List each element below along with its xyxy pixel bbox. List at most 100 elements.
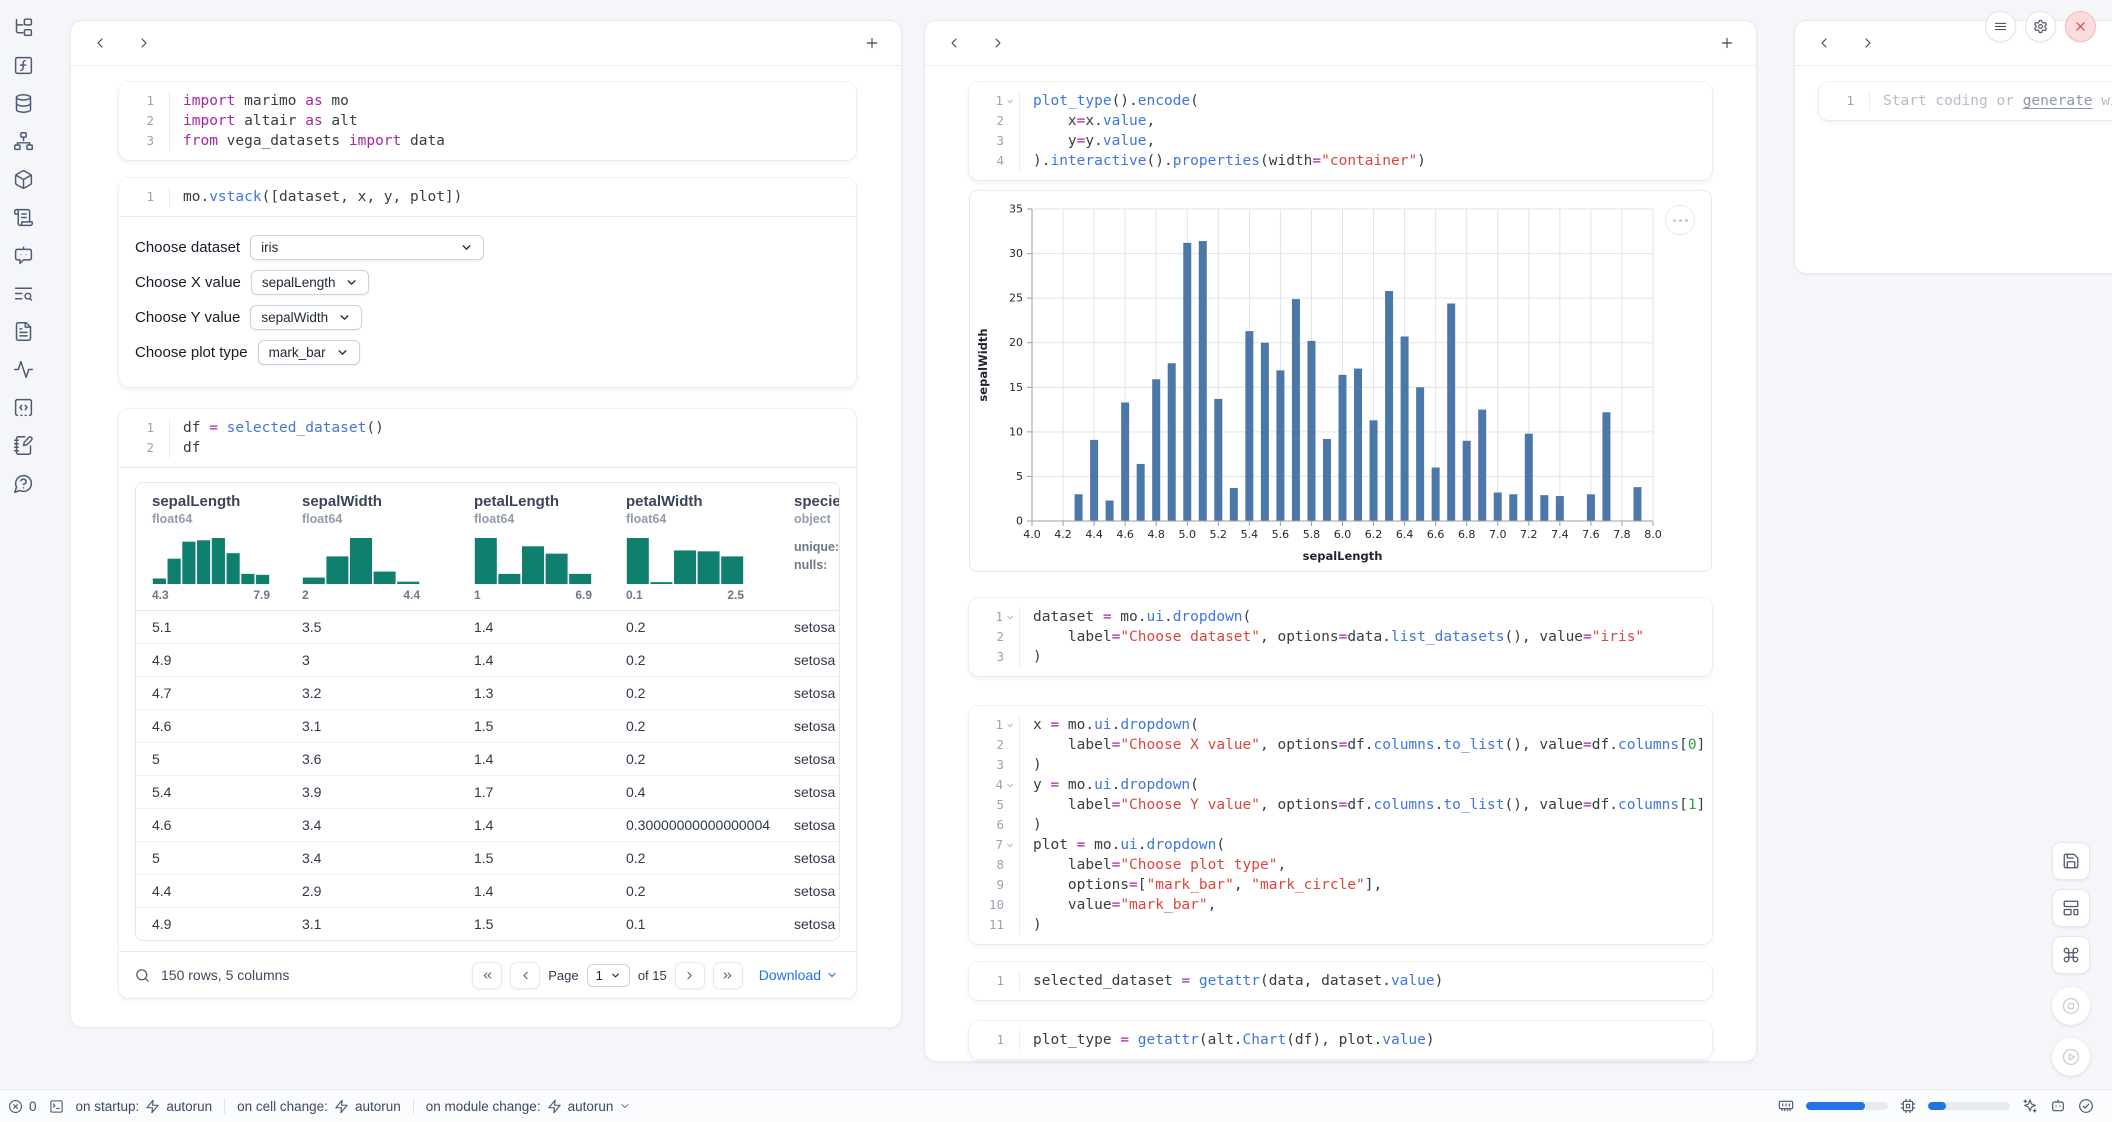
plot-type-code-editor[interactable]: 1plot_type = getattr(alt.Chart(df), plot… (969, 1021, 1712, 1059)
selected-dataset-code-editor[interactable]: 1selected_dataset = getattr(data, datase… (969, 962, 1712, 1000)
add-cell-button[interactable] (1716, 32, 1738, 54)
add-cell-button[interactable] (861, 32, 883, 54)
file-text-icon[interactable] (12, 320, 34, 342)
package-icon[interactable] (12, 168, 34, 190)
run-button[interactable] (2052, 1038, 2090, 1076)
on-startup-config[interactable]: on startup: autorun (76, 1099, 213, 1114)
code-line[interactable]: 1df = selected_dataset() (119, 418, 844, 438)
chart-menu-button[interactable] (1665, 205, 1695, 235)
column-header-sepallength[interactable]: sepalLengthfloat644.37.9 (136, 483, 286, 611)
code-line[interactable]: 11) (969, 915, 1700, 935)
code-line[interactable]: 3) (969, 647, 1700, 667)
errors-indicator[interactable]: 0 (8, 1099, 37, 1114)
code-line[interactable]: 3 y=y.value, (969, 131, 1700, 151)
code-line[interactable]: 4y = mo.ui.dropdown( (969, 775, 1700, 795)
column-header-petallength[interactable]: petalLengthfloat6416.9 (458, 483, 610, 611)
search-icon[interactable] (134, 967, 151, 984)
form-row: Choose datasetiris (135, 235, 840, 260)
code-line[interactable]: 1selected_dataset = getattr(data, datase… (969, 971, 1700, 991)
dataset-code-editor[interactable]: 1dataset = mo.ui.dropdown(2 label="Choos… (969, 598, 1712, 676)
dataframe-code-editor[interactable]: 1df = selected_dataset()2df (119, 409, 856, 467)
controls-code-editor[interactable]: 1x = mo.ui.dropdown(2 label="Choose X va… (969, 706, 1712, 944)
layout-button[interactable] (2052, 889, 2090, 927)
code-line[interactable]: 5 label="Choose Y value", options=df.col… (969, 795, 1700, 815)
square-function-icon[interactable] (12, 54, 34, 76)
column-header-species[interactable]: speciesobjectunique:nulls: (778, 483, 840, 611)
network-icon[interactable] (12, 130, 34, 152)
settings-gear-button[interactable] (2025, 11, 2056, 42)
command-palette-button[interactable] (2052, 936, 2090, 974)
bar (1540, 495, 1548, 521)
file-tree-icon[interactable] (12, 16, 34, 38)
menu-button[interactable] (1985, 11, 2016, 42)
vstack-code-editor[interactable]: 1mo.vstack([dataset, x, y, plot]) (119, 178, 856, 216)
imports-code-editor[interactable]: 1import marimo as mo2import altair as al… (119, 82, 856, 160)
on-module-change-config[interactable]: on module change: autorun (426, 1099, 632, 1114)
terminal-button[interactable] (49, 1099, 64, 1114)
column-header-sepalwidth[interactable]: sepalWidthfloat6424.4 (286, 483, 458, 611)
first-page-button[interactable] (472, 962, 502, 989)
code-line[interactable]: 2 label="Choose dataset", options=data.l… (969, 627, 1700, 647)
code-line[interactable]: 1plot_type().encode( (969, 91, 1700, 111)
page-number-select[interactable]: 1 (587, 964, 630, 987)
empty-cell-editor[interactable]: 1Start coding or generate with (1819, 82, 2112, 120)
plot-code-editor[interactable]: 1plot_type().encode(2 x=x.value,3 y=y.va… (969, 82, 1712, 180)
column-header-petalwidth[interactable]: petalWidthfloat640.12.5 (610, 483, 778, 611)
code-line[interactable]: 6) (969, 815, 1700, 835)
chat-bot-icon[interactable] (12, 244, 34, 266)
on-cell-change-config[interactable]: on cell change: autorun (237, 1099, 401, 1114)
notebook-pen-icon[interactable] (12, 434, 34, 456)
download-button[interactable]: Download (759, 967, 838, 983)
altair-chart-output[interactable]: 051015202530354.04.24.44.64.85.05.25.45.… (969, 190, 1712, 572)
code-line[interactable]: 1import marimo as mo (119, 91, 844, 111)
chevron-left-icon[interactable] (943, 32, 965, 54)
last-page-button[interactable] (713, 962, 743, 989)
chevron-left-icon[interactable] (1813, 32, 1835, 54)
code-snippet-icon[interactable] (12, 396, 34, 418)
activity-icon[interactable] (12, 358, 34, 380)
code-line[interactable]: 2 label="Choose X value", options=df.col… (969, 735, 1700, 755)
code-line[interactable]: 10 value="mark_bar", (969, 895, 1700, 915)
scroll-icon[interactable] (12, 206, 34, 228)
text-search-icon[interactable] (12, 282, 34, 304)
code-line[interactable]: 1Start coding or generate with (1819, 91, 2112, 111)
svg-text:7.8: 7.8 (1613, 528, 1631, 541)
chevron-right-icon[interactable] (1857, 32, 1879, 54)
assistant-bot-button[interactable] (2050, 1098, 2066, 1114)
connection-status-button[interactable] (2078, 1098, 2094, 1114)
ai-sparkles-button[interactable] (2022, 1098, 2038, 1114)
close-button[interactable] (2065, 11, 2096, 42)
code-line[interactable]: 2import altair as alt (119, 111, 844, 131)
table-cell: setosa (778, 875, 840, 908)
cpu-usage-bar (1928, 1102, 2010, 1110)
bar (1416, 387, 1424, 521)
code-line[interactable]: 3from vega_datasets import data (119, 131, 844, 151)
choose-x-value-select[interactable]: sepalLength (251, 270, 370, 295)
chevron-right-icon[interactable] (987, 32, 1009, 54)
save-button[interactable] (2052, 842, 2090, 880)
help-chat-icon[interactable] (12, 472, 34, 494)
code-line[interactable]: 1x = mo.ui.dropdown( (969, 715, 1700, 735)
next-page-button[interactable] (675, 962, 705, 989)
code-line[interactable]: 2df (119, 438, 844, 458)
database-icon[interactable] (12, 92, 34, 114)
chevron-left-icon[interactable] (89, 32, 111, 54)
chevron-right-icon[interactable] (133, 32, 155, 54)
choose-dataset-select[interactable]: iris (250, 235, 484, 260)
code-line[interactable]: 2 x=x.value, (969, 111, 1700, 131)
code-line[interactable]: 1plot_type = getattr(alt.Chart(df), plot… (969, 1030, 1700, 1050)
chevron-down-icon (345, 276, 358, 289)
code-line[interactable]: 9 options=["mark_bar", "mark_circle"], (969, 875, 1700, 895)
choose-plot-type-select[interactable]: mark_bar (258, 340, 360, 365)
code-line[interactable]: 8 label="Choose plot type", (969, 855, 1700, 875)
bar (1075, 494, 1083, 521)
code-line[interactable]: 1dataset = mo.ui.dropdown( (969, 607, 1700, 627)
table-cell: 5.1 (136, 611, 286, 644)
previous-page-button[interactable] (510, 962, 540, 989)
code-line[interactable]: 3) (969, 755, 1700, 775)
choose-y-value-select[interactable]: sepalWidth (250, 305, 362, 330)
stop-button[interactable] (2052, 987, 2090, 1025)
code-line[interactable]: 7plot = mo.ui.dropdown( (969, 835, 1700, 855)
code-line[interactable]: 1mo.vstack([dataset, x, y, plot]) (119, 187, 844, 207)
code-line[interactable]: 4).interactive().properties(width="conta… (969, 151, 1700, 171)
